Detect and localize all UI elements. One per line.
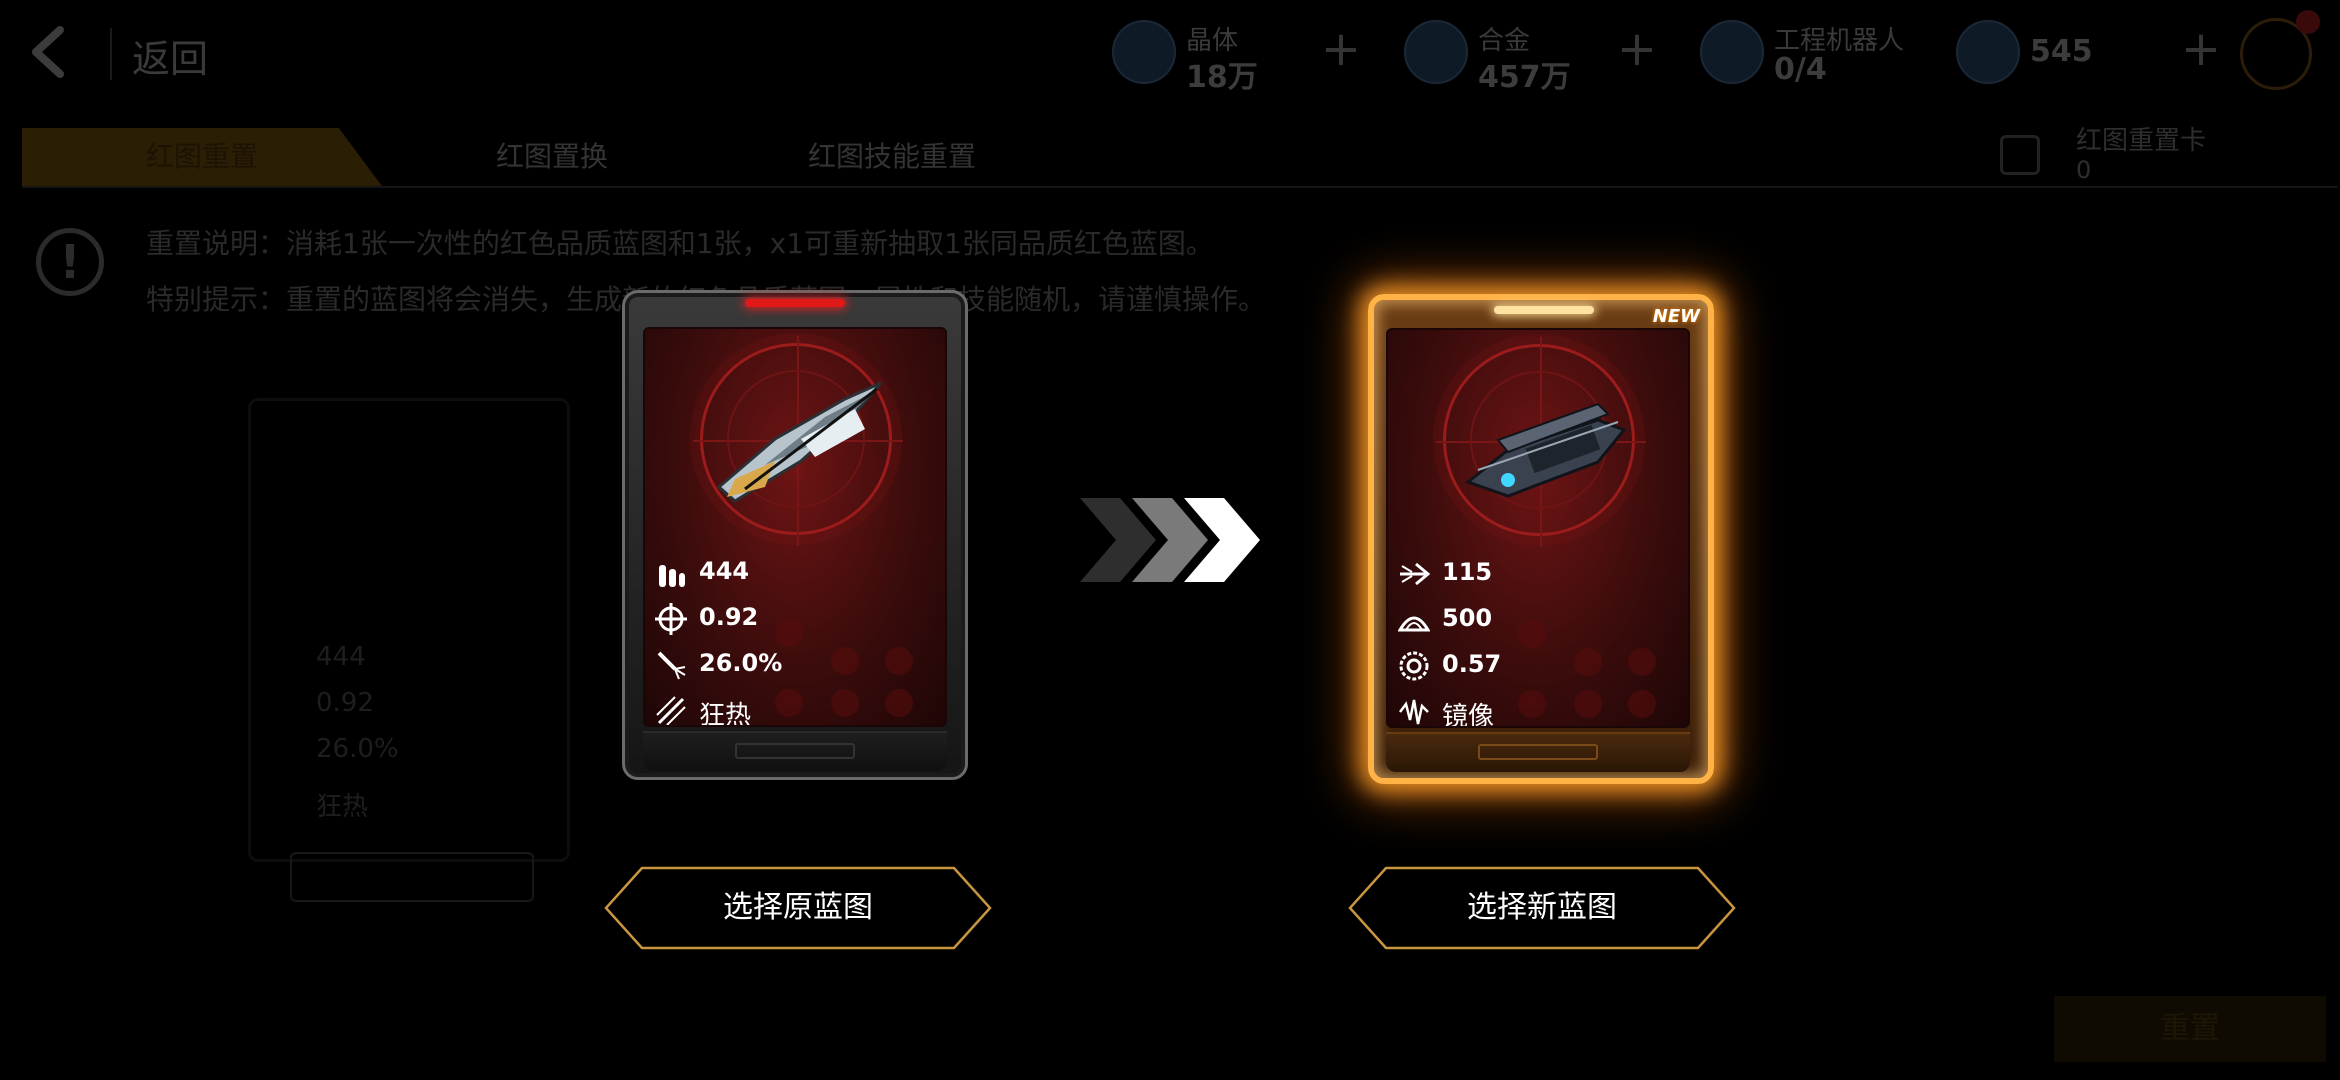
stat-row: 444: [655, 555, 945, 591]
stat-value: 115: [1442, 558, 1493, 586]
resource-value: 545: [2030, 34, 2093, 69]
resource-value: 457万: [1478, 60, 1571, 95]
stat-value: 500: [1442, 604, 1493, 632]
info-icon: !: [36, 228, 104, 296]
tab-underline: [22, 186, 2338, 188]
stat-value: 444: [699, 557, 750, 585]
divider: [110, 28, 112, 80]
card-indicator: [745, 299, 845, 307]
stat-row: 0.92: [655, 601, 945, 637]
add-crystal-button[interactable]: +: [1316, 25, 1366, 76]
stat-row: 500: [1398, 602, 1688, 638]
stat-value: 0.92: [699, 603, 759, 631]
card-base: [643, 731, 947, 771]
background-stat: 0.92: [316, 688, 374, 718]
card-face: 115 500 0.57 镜像: [1386, 328, 1690, 728]
resource-value: 18万: [1186, 60, 1258, 95]
skill-slash-icon: [656, 696, 686, 725]
alloy-icon: [1404, 20, 1468, 84]
add-coin-button[interactable]: +: [2176, 25, 2226, 76]
background-blueprint-card: [248, 398, 570, 862]
tab-bar: 红图重置 红图置换 红图技能重置: [22, 128, 2338, 188]
select-original-label: 选择原蓝图: [723, 890, 873, 925]
armor-plate-icon: [1398, 616, 1430, 632]
reset-description: 重置说明：消耗1张一次性的红色品质蓝图和1张，x1可重新抽取1张同品质红色蓝图。: [146, 227, 1214, 260]
resource-value: 0/4: [1774, 52, 1827, 87]
skill-name: 狂热: [699, 701, 752, 727]
notification-dot: [2296, 10, 2320, 34]
skill-name: 镜像: [1442, 702, 1495, 728]
coin-icon: [1956, 20, 2020, 84]
fighter-ship-icon: [716, 381, 883, 503]
gear-shield-icon: [1399, 651, 1429, 681]
crosshair-icon: [655, 603, 687, 635]
reset-card-count: 0: [2076, 156, 2092, 184]
robot-icon: [1700, 20, 1764, 84]
background-stat: 444: [316, 642, 366, 672]
select-new-button[interactable]: 选择新蓝图: [1348, 866, 1736, 950]
stat-value: 26.0%: [699, 649, 783, 677]
background-stat: 狂热: [316, 792, 369, 822]
back-arrow-icon[interactable]: [24, 24, 74, 80]
resource-coin: 545: [1956, 18, 2116, 90]
add-alloy-button[interactable]: +: [1612, 25, 1662, 76]
select-new-label: 选择新蓝图: [1467, 890, 1617, 925]
stat-row: 狂热: [655, 693, 945, 727]
transition-arrows-icon: [1080, 498, 1260, 582]
resource-robot: 工程机器人 0/4: [1700, 18, 1930, 90]
resource-alloy: 合金 457万: [1404, 18, 1584, 95]
tab-red-skill-reset[interactable]: 红图技能重置: [742, 128, 1042, 186]
crystal-icon: [1112, 20, 1176, 84]
reset-card-icon: [2000, 135, 2040, 175]
new-blueprint-card[interactable]: NEW 115 500 0.57 镜像: [1368, 294, 1714, 784]
background-card-button: [290, 852, 534, 902]
stat-row: 26.0%: [655, 647, 945, 683]
card-base: [1386, 732, 1690, 772]
stat-value: 0.57: [1442, 650, 1502, 678]
mirror-skill-icon: [1399, 699, 1429, 725]
resource-crystal: 晶体 18万: [1112, 18, 1262, 95]
speed-arrow-icon: [1400, 562, 1430, 586]
missile-burst-icon: [657, 651, 686, 680]
card-face: 444 0.92 26.0% 狂热: [643, 327, 947, 727]
back-button-label[interactable]: 返回: [132, 28, 208, 83]
stat-row: 镜像: [1398, 694, 1688, 728]
original-blueprint-card[interactable]: 444 0.92 26.0% 狂热: [622, 290, 968, 780]
select-original-button[interactable]: 选择原蓝图: [604, 866, 992, 950]
stat-row: 0.57: [1398, 648, 1688, 684]
tab-red-swap[interactable]: 红图置换: [422, 128, 682, 186]
card-indicator: [1494, 306, 1594, 314]
ammo-icon: [659, 565, 685, 587]
reset-card-label: 红图重置卡: [2076, 126, 2207, 156]
cannon-turret-icon: [1464, 402, 1627, 498]
background-stat: 26.0%: [316, 734, 399, 764]
tab-red-reset[interactable]: 红图重置: [22, 128, 382, 186]
confirm-reset-button: 重置: [2054, 996, 2326, 1062]
new-badge: NEW: [1652, 306, 1700, 327]
top-bar: 返回 晶体 18万 + 合金 457万 + 工程机器人 0/4 545 +: [0, 0, 2340, 110]
stat-row: 115: [1398, 556, 1688, 592]
